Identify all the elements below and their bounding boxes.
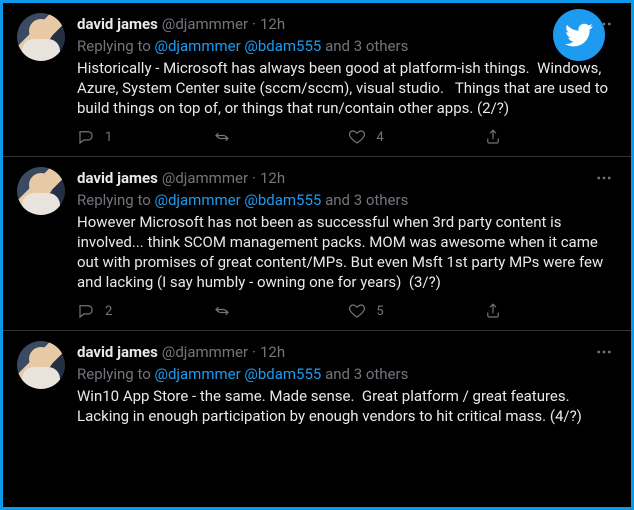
share-icon <box>484 128 502 146</box>
tweet-header: david james @djammmer · 12h <box>77 13 617 35</box>
timestamp[interactable]: 12h <box>260 342 285 362</box>
share-button[interactable] <box>484 302 502 320</box>
separator: · <box>252 14 256 34</box>
reply-count: 1 <box>105 130 115 145</box>
more-button[interactable] <box>591 341 617 363</box>
reply-suffix[interactable]: and 3 others <box>321 365 408 383</box>
separator: · <box>252 168 256 188</box>
heart-icon <box>348 128 366 146</box>
share-button[interactable] <box>484 128 502 146</box>
tweet-actions: 1 4 <box>77 128 502 146</box>
tweet-content: david james @djammmer · 12h Replying to … <box>77 167 617 324</box>
reply-icon <box>77 302 95 320</box>
reply-suffix[interactable]: and 3 others <box>321 191 408 209</box>
twitter-bird-icon <box>564 20 594 50</box>
avatar[interactable] <box>17 341 65 389</box>
tweet-text: Win10 App Store - the same. Made sense. … <box>77 386 617 426</box>
tweet-content: david james @djammmer · 12h Replying to … <box>77 13 617 150</box>
reply-suffix[interactable]: and 3 others <box>321 37 408 55</box>
twitter-logo-badge <box>553 9 605 61</box>
heart-icon <box>348 302 366 320</box>
author-handle[interactable]: @djammmer <box>162 14 248 34</box>
reply-prefix: Replying to <box>77 191 154 209</box>
separator: · <box>252 342 256 362</box>
ellipsis-icon <box>595 169 613 187</box>
reply-button[interactable]: 1 <box>77 128 115 146</box>
reply-icon <box>77 128 95 146</box>
retweet-button[interactable] <box>213 302 251 320</box>
tweet-text: However Microsoft has not been as succes… <box>77 212 617 292</box>
tweet[interactable]: david james @djammmer · 12h Replying to … <box>3 331 631 432</box>
reply-context: Replying to @djammmer @bdam555 and 3 oth… <box>77 190 617 210</box>
reply-prefix: Replying to <box>77 365 154 383</box>
retweet-icon <box>213 128 231 146</box>
author-handle[interactable]: @djammmer <box>162 168 248 188</box>
author-name[interactable]: david james <box>77 14 158 34</box>
avatar[interactable] <box>17 13 65 61</box>
tweet-header: david james @djammmer · 12h <box>77 167 617 189</box>
author-handle[interactable]: @djammmer <box>162 342 248 362</box>
tweet[interactable]: david james @djammmer · 12h Replying to … <box>3 157 631 331</box>
reply-context: Replying to @djammmer @bdam555 and 3 oth… <box>77 36 617 56</box>
reply-context: Replying to @djammmer @bdam555 and 3 oth… <box>77 364 617 384</box>
reply-mentions[interactable]: @djammmer @bdam555 <box>154 37 321 55</box>
author-name[interactable]: david james <box>77 342 158 362</box>
timestamp[interactable]: 12h <box>260 168 285 188</box>
share-icon <box>484 302 502 320</box>
avatar[interactable] <box>17 167 65 215</box>
reply-mentions[interactable]: @djammmer @bdam555 <box>154 365 321 383</box>
tweet-actions: 2 5 <box>77 302 502 320</box>
reply-prefix: Replying to <box>77 37 154 55</box>
reply-count: 2 <box>105 304 115 319</box>
like-button[interactable]: 4 <box>348 128 386 146</box>
retweet-icon <box>213 302 231 320</box>
retweet-button[interactable] <box>213 128 251 146</box>
tweet-text: Historically - Microsoft has always been… <box>77 58 617 118</box>
tweet[interactable]: david james @djammmer · 12h Replying to … <box>3 3 631 157</box>
tweet-content: david james @djammmer · 12h Replying to … <box>77 341 617 426</box>
like-count: 4 <box>376 130 386 145</box>
author-name[interactable]: david james <box>77 168 158 188</box>
timestamp[interactable]: 12h <box>260 14 285 34</box>
like-button[interactable]: 5 <box>348 302 386 320</box>
like-count: 5 <box>376 304 386 319</box>
reply-button[interactable]: 2 <box>77 302 115 320</box>
tweet-header: david james @djammmer · 12h <box>77 341 617 363</box>
reply-mentions[interactable]: @djammmer @bdam555 <box>154 191 321 209</box>
more-button[interactable] <box>591 167 617 189</box>
ellipsis-icon <box>595 343 613 361</box>
tweet-thread-frame: david james @djammmer · 12h Replying to … <box>0 0 634 510</box>
